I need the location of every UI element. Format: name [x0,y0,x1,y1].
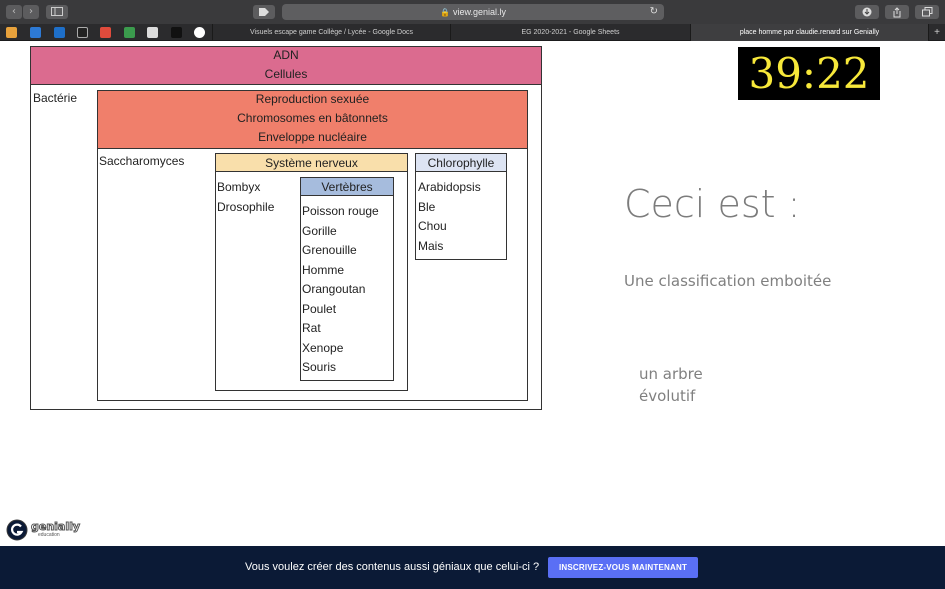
download-icon [862,7,872,17]
chlorophyll-header: Chlorophylle [415,153,507,172]
countdown-timer: 39:22 [738,47,880,100]
list-item: Arabidopsis [418,180,481,194]
download-button[interactable] [855,5,879,19]
list-item: Drosophile [217,199,275,214]
sidebar-toggle-button[interactable] [46,5,68,19]
question-heading: Ceci est : [624,182,801,226]
gmail-icon[interactable] [100,27,111,38]
nervous-system-header: Système nerveux [215,153,408,172]
bookmark-icon[interactable] [6,27,17,38]
share-icon [893,7,901,18]
nuclear-envelope-label: Enveloppe nucléaire [258,130,367,144]
bookmark-icon[interactable] [171,27,182,38]
list-item: Poisson rouge [302,204,379,218]
google-icon[interactable] [194,27,205,38]
genially-logo[interactable]: genially education [6,518,81,542]
list-item: Bombyx [217,180,261,194]
tab-google-sheets[interactable]: EG 2020-2021 - Google Sheets [450,24,690,41]
address-bar[interactable]: 🔒 view.genial.ly ↻ [282,4,664,20]
browser-toolbar: ‹ › 🔒 view.genial.ly ↻ [0,0,945,24]
list-item: Homme [302,262,345,277]
signup-banner: Vous voulez créer des contenus aussi gén… [0,546,945,589]
back-button[interactable]: ‹ [6,5,22,19]
list-item: Mais [418,238,444,253]
list-item: Grenouille [302,243,357,257]
vertebrates-header: Vertèbres [300,177,394,196]
genially-logo-icon [6,519,28,541]
list-item: Orangoutan [302,282,366,296]
bookmark-icon[interactable] [147,27,158,38]
dna-label: ADN [273,48,299,62]
tag-icon [259,8,269,16]
list-item: Souris [302,360,337,374]
saccharomyces-label: Saccharomyces [99,154,185,168]
sexual-reproduction-label: Reproduction sexuée [255,92,370,106]
answer-evolutionary-tree[interactable]: un arbre évolutif [639,363,719,407]
tabs-overview-button[interactable] [915,5,939,19]
chromosomes-label: Chromosomes en bâtonnets [237,111,388,125]
tag-button[interactable] [253,5,275,19]
tab-strip: Visuels escape game Collège / Lycée - Go… [0,24,945,41]
list-item: Xenope [302,340,344,355]
genially-logo-subtitle: education [38,532,60,538]
list-item: Ble [418,199,436,214]
forward-button[interactable]: › [23,5,39,19]
banner-text: Vous voulez créer des contenus aussi gén… [245,561,540,573]
chlorophyll-items-list: Arabidopsis Ble Chou Mais [418,178,481,256]
answer-nested-classification[interactable]: Une classification emboitée [624,272,831,290]
bookmark-icon[interactable] [30,27,41,38]
vertebrate-items-list: Poisson rouge Gorille Grenouille Homme O… [302,202,379,378]
list-item: Chou [418,219,447,233]
list-item: Poulet [302,301,337,316]
share-button[interactable] [885,5,909,19]
tabs-icon [921,7,932,17]
drive-icon[interactable] [124,27,135,38]
list-item: Gorille [302,223,337,238]
signup-button[interactable]: INSCRIVEZ-VOUS MAINTENANT [548,557,698,578]
reload-icon[interactable]: ↻ [650,4,658,20]
tab-genially[interactable]: place homme par claudie.renard sur Genia… [690,24,928,41]
sidebar-icon [51,7,63,16]
nervous-items-list: Bombyx Drosophile [217,178,274,217]
lock-icon: 🔒 [440,8,450,17]
new-tab-button[interactable]: + [928,24,945,41]
bookmark-icon[interactable] [77,27,88,38]
cells-label: Cellules [264,67,308,81]
url-text: view.genial.ly [452,7,506,17]
list-item: Rat [302,321,321,335]
bacteria-label: Bactérie [33,91,78,105]
tab-google-docs[interactable]: Visuels escape game Collège / Lycée - Go… [212,24,450,41]
outlook-icon[interactable] [54,27,65,38]
